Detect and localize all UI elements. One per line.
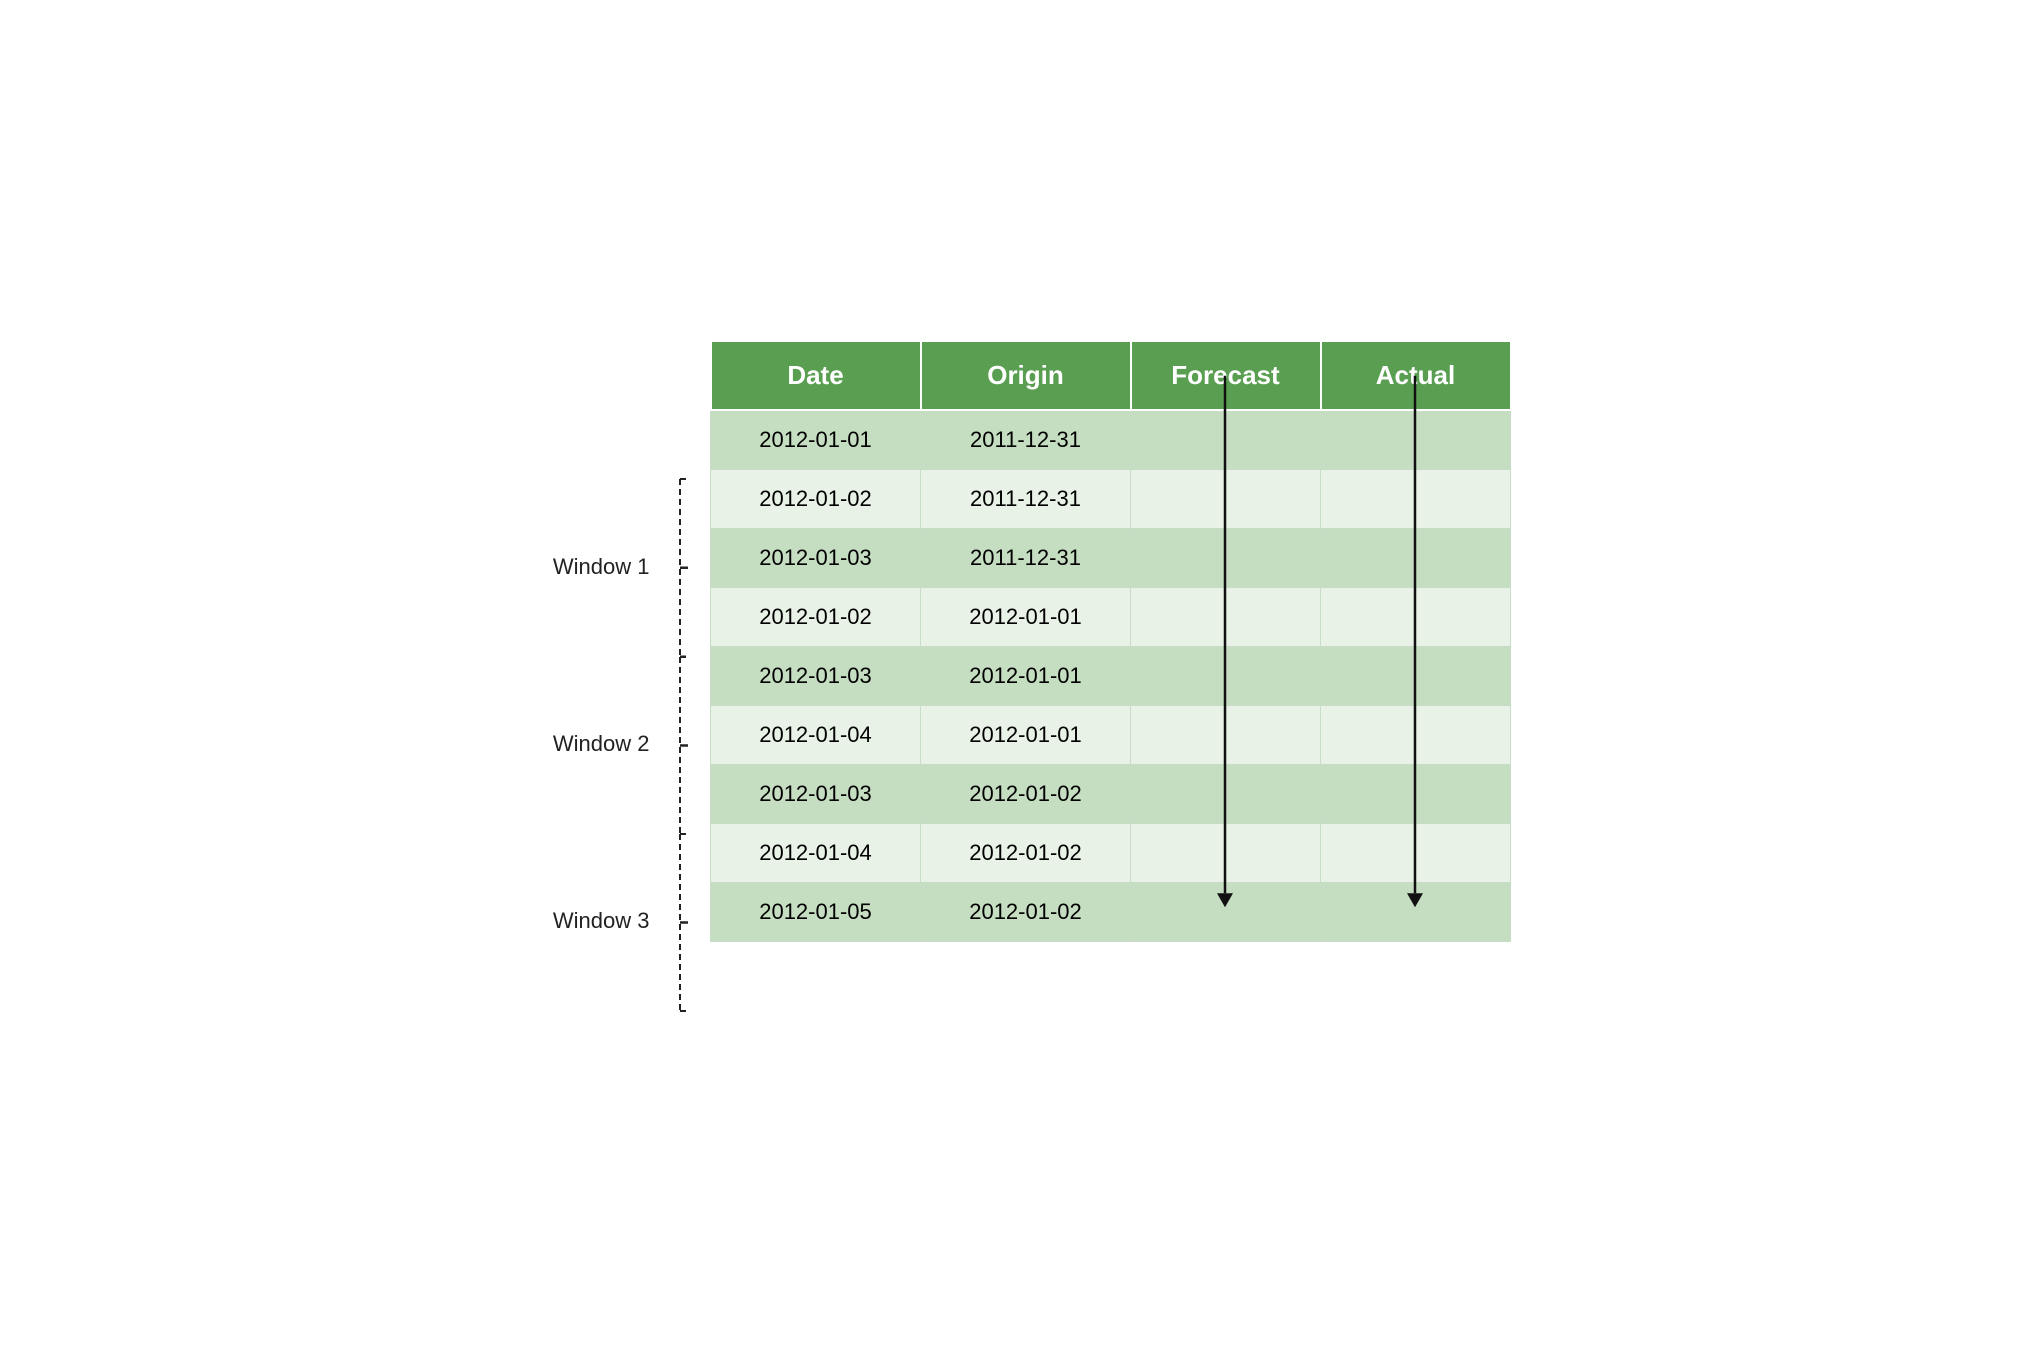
table-row: 2012-01-042012-01-02 <box>711 824 1511 883</box>
cell-actual <box>1321 588 1511 647</box>
cell-origin: 2012-01-02 <box>921 824 1131 883</box>
cell-origin: 2011-12-31 <box>921 410 1131 470</box>
cell-actual <box>1321 410 1511 470</box>
cell-forecast <box>1131 470 1321 529</box>
table-row: 2012-01-032012-01-02 <box>711 765 1511 824</box>
cell-actual <box>1321 765 1511 824</box>
cell-origin: 2012-01-01 <box>921 588 1131 647</box>
data-table: Date Origin Forecast Actual 2012-01-0120… <box>710 340 1512 942</box>
bracket-svg <box>650 477 690 659</box>
bracket-svg <box>650 655 690 836</box>
cell-forecast <box>1131 824 1321 883</box>
window-label: Window 1 <box>553 554 650 580</box>
cell-forecast <box>1131 647 1321 706</box>
cell-origin: 2012-01-02 <box>921 765 1131 824</box>
cell-origin: 2011-12-31 <box>921 529 1131 588</box>
table-row: 2012-01-022011-12-31 <box>711 470 1511 529</box>
windows-panel: Window 1 Window 2 Window 3 <box>510 409 690 1011</box>
header-forecast: Forecast <box>1131 341 1321 410</box>
cell-forecast <box>1131 410 1321 470</box>
cell-forecast <box>1131 529 1321 588</box>
window-label: Window 3 <box>553 908 650 934</box>
cell-date: 2012-01-03 <box>711 529 921 588</box>
table-row: 2012-01-042012-01-01 <box>711 706 1511 765</box>
cell-forecast <box>1131 588 1321 647</box>
cell-date: 2012-01-04 <box>711 706 921 765</box>
cell-actual <box>1321 529 1511 588</box>
cell-forecast <box>1131 706 1321 765</box>
table-wrapper: Date Origin Forecast Actual 2012-01-0120… <box>710 340 1512 942</box>
table-row: 2012-01-052012-01-02 <box>711 883 1511 942</box>
cell-forecast <box>1131 765 1321 824</box>
table-row: 2012-01-022012-01-01 <box>711 588 1511 647</box>
cell-actual <box>1321 470 1511 529</box>
table-row: 2012-01-012011-12-31 <box>711 410 1511 470</box>
table-row: 2012-01-032011-12-31 <box>711 529 1511 588</box>
cell-actual <box>1321 647 1511 706</box>
cell-origin: 2012-01-02 <box>921 883 1131 942</box>
header-date: Date <box>711 341 921 410</box>
cell-date: 2012-01-02 <box>711 470 921 529</box>
main-container: Window 1 Window 2 Window 3 Date Origin For… <box>510 340 1512 1011</box>
cell-origin: 2012-01-01 <box>921 706 1131 765</box>
cell-actual <box>1321 706 1511 765</box>
cell-date: 2012-01-04 <box>711 824 921 883</box>
cell-date: 2012-01-05 <box>711 883 921 942</box>
cell-origin: 2011-12-31 <box>921 470 1131 529</box>
window-label: Window 2 <box>553 731 650 757</box>
cell-date: 2012-01-03 <box>711 647 921 706</box>
cell-date: 2012-01-01 <box>711 410 921 470</box>
cell-forecast <box>1131 883 1321 942</box>
header-origin: Origin <box>921 341 1131 410</box>
cell-actual <box>1321 824 1511 883</box>
header-actual: Actual <box>1321 341 1511 410</box>
table-row: 2012-01-032012-01-01 <box>711 647 1511 706</box>
cell-origin: 2012-01-01 <box>921 647 1131 706</box>
cell-actual <box>1321 883 1511 942</box>
cell-date: 2012-01-03 <box>711 765 921 824</box>
bracket-svg <box>650 832 690 1013</box>
cell-date: 2012-01-02 <box>711 588 921 647</box>
